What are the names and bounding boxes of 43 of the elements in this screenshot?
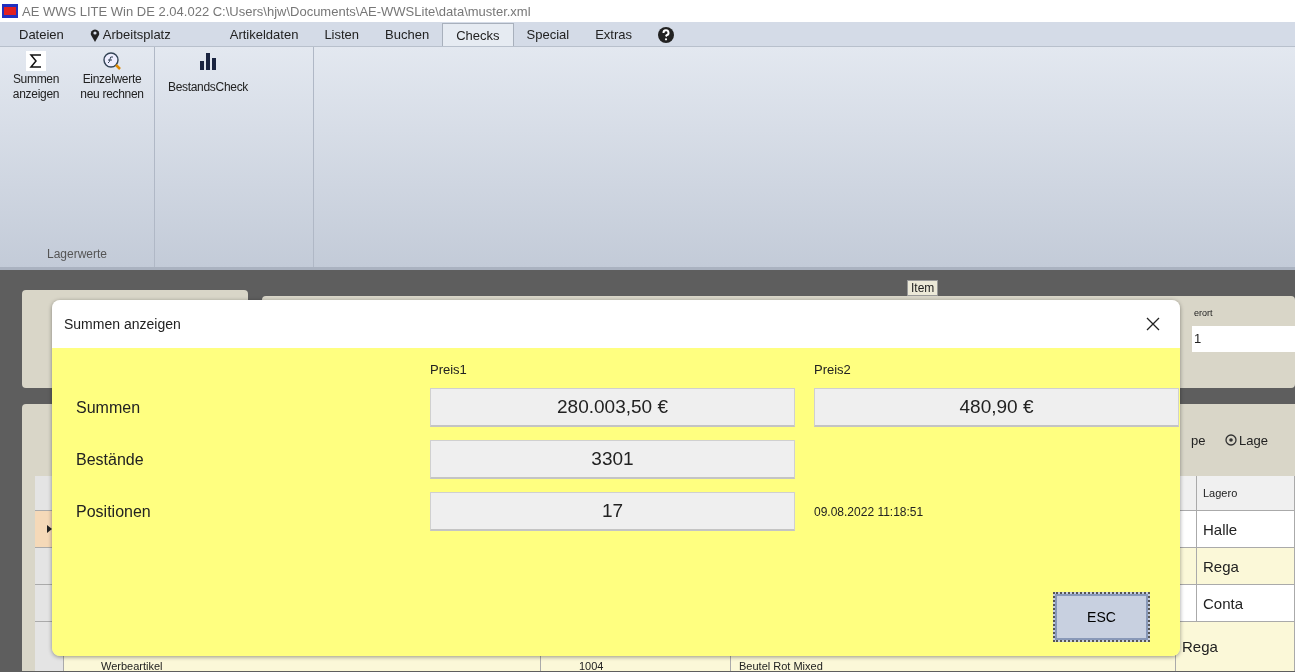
- group-label: Item: [907, 280, 939, 296]
- value-field: 3301: [430, 440, 795, 479]
- group-label: Lagerwerte: [45, 247, 108, 263]
- input-field[interactable]: 1: [1192, 326, 1295, 352]
- column-label: Preis1: [430, 362, 468, 377]
- ribbon-button[interactable]: Summen anzeigen: [4, 51, 68, 102]
- ribbon-tab[interactable]: Special: [513, 23, 583, 46]
- ribbon-tab[interactable]: Extras: [582, 23, 646, 46]
- close-icon: [1146, 317, 1160, 331]
- toolbar-button[interactable]: pe: [1191, 432, 1215, 448]
- table-cell: Rega: [1197, 548, 1295, 584]
- location-icon: [1225, 434, 1237, 446]
- ribbon-button[interactable]: Einzelwerte neu rechnen: [74, 51, 150, 102]
- ribbon-button[interactable]: BestandsCheck: [159, 51, 253, 95]
- help-icon: [658, 26, 675, 43]
- ribbon-tab[interactable]: Arbeitsplatz: [76, 23, 217, 46]
- row-label: Summen: [76, 398, 142, 417]
- value-field: 17: [430, 492, 795, 531]
- column-header[interactable]: Lagero: [1197, 476, 1295, 510]
- app-logo-icon: [2, 4, 18, 18]
- field-label: erort: [1193, 308, 1214, 318]
- dialog-title: Summen anzeigen: [64, 316, 181, 332]
- row-label: Positionen: [76, 502, 152, 521]
- ribbon-tab[interactable]: Listen: [311, 23, 373, 46]
- timestamp: 09.08.2022 11:18:51: [814, 504, 925, 519]
- value-field: 480,90 €: [814, 388, 1179, 427]
- bar-chart-icon: [198, 51, 218, 71]
- ribbon-tab[interactable]: Checks: [442, 23, 514, 46]
- sigma-icon: [26, 51, 46, 71]
- ribbon-tab[interactable]: Buchen: [372, 23, 443, 46]
- window-title: AE WWS LITE Win DE 2.04.022 C:\Users\hjw\Documents\AE-WWSLite\data\muster.xml: [22, 3, 531, 19]
- esc-button[interactable]: ESC: [1053, 592, 1150, 642]
- value-field: 280.003,50 €: [430, 388, 795, 427]
- table-cell: Halle: [1197, 511, 1295, 547]
- table-cell: Conta: [1197, 585, 1295, 621]
- toolbar-button[interactable]: Lage: [1225, 432, 1295, 448]
- ribbon-tab[interactable]: Artikeldaten: [216, 23, 312, 46]
- pin-icon: [89, 27, 100, 42]
- ribbon-tab[interactable]: Dateien: [6, 23, 77, 46]
- row-label: Bestände: [76, 450, 145, 469]
- row-pointer-icon: [46, 525, 52, 533]
- magnifier-icon: [102, 51, 122, 71]
- column-label: Preis2: [814, 362, 852, 377]
